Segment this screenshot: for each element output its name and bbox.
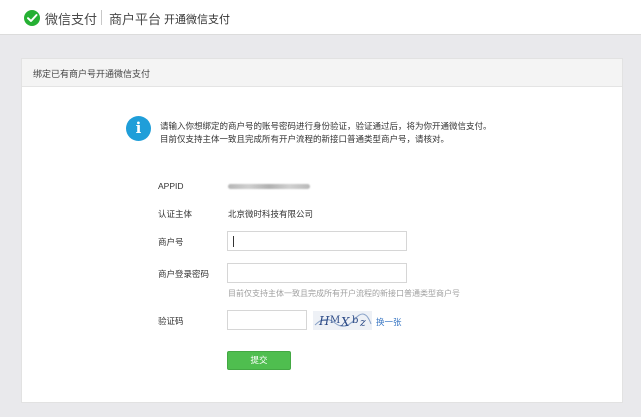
captcha-image[interactable]: H M X b z: [313, 311, 372, 330]
info-icon: i: [126, 116, 151, 141]
appid-value-redacted: [228, 184, 310, 189]
merchant-id-label: 商户号: [158, 237, 184, 247]
password-input[interactable]: [227, 263, 407, 283]
top-bar: 微信支付 商户平台 开通微信支付: [0, 0, 641, 35]
refresh-captcha-link[interactable]: 换一张: [376, 316, 402, 328]
merchant-id-input[interactable]: [227, 231, 407, 251]
captcha-input[interactable]: [227, 310, 307, 330]
svg-text:X: X: [340, 315, 350, 329]
entity-label: 认证主体: [158, 209, 193, 219]
page-subtitle: 开通微信支付: [164, 14, 230, 26]
wechat-pay-logo-icon: [24, 10, 40, 26]
platform-name: 商户平台: [109, 12, 162, 27]
svg-text:M: M: [330, 315, 340, 326]
captcha-label: 验证码: [158, 316, 184, 326]
card-header: 绑定已有商户号开通微信支付: [22, 59, 622, 87]
info-text-line-2: 目前仅支持主体一致且完成所有开户流程的新接口普通类型商户号，请核对。: [160, 134, 450, 144]
info-text-line-1: 请输入你想绑定的商户号的账号密码进行身份验证，验证通过后，将为你开通微信支付。: [160, 121, 492, 131]
svg-text:H: H: [318, 314, 330, 328]
appid-label: APPID: [158, 181, 184, 191]
submit-button[interactable]: 提交: [227, 351, 291, 370]
merchant-type-hint: 目前仅支持主体一致且完成所有开户流程的新接口普通类型商户号: [228, 289, 460, 298]
svg-text:z: z: [359, 316, 366, 329]
bind-merchant-card: 绑定已有商户号开通微信支付 i 请输入你想绑定的商户号的账号密码进行身份验证，验…: [21, 58, 623, 403]
entity-value: 北京微时科技有限公司: [228, 209, 314, 219]
card-title: 绑定已有商户号开通微信支付: [33, 69, 151, 79]
header-divider: [101, 10, 102, 25]
password-label: 商户登录密码: [158, 269, 210, 279]
brand-name: 微信支付: [45, 12, 98, 27]
svg-text:b: b: [352, 315, 358, 326]
text-caret: [233, 236, 234, 247]
